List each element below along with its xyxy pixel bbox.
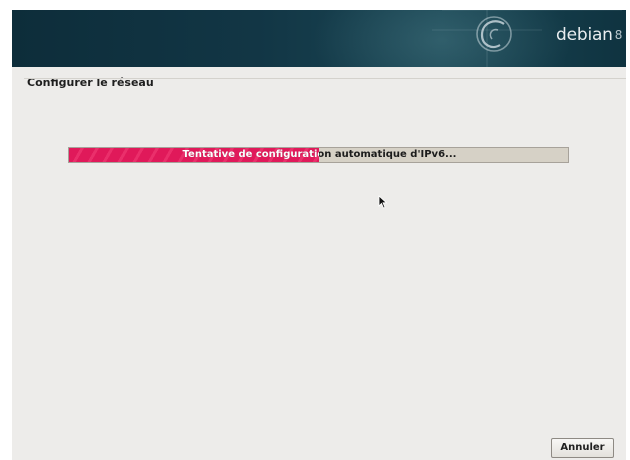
- installer-window: debian 8 Configurer le réseau Tentative d…: [12, 10, 626, 460]
- cancel-button[interactable]: Annuler: [551, 438, 614, 458]
- progress-bar: Tentative de configuration automatique d…: [68, 147, 569, 163]
- progress-label-clip: Tentative de configuration automatique d…: [69, 148, 319, 162]
- mouse-pointer-icon: [378, 195, 388, 209]
- title-separator: [24, 78, 626, 79]
- debian-banner: debian 8: [12, 10, 626, 67]
- progress-label-highlight: Tentative de configuration automatique d…: [182, 149, 319, 160]
- debian-logo-text: debian 8: [556, 25, 623, 45]
